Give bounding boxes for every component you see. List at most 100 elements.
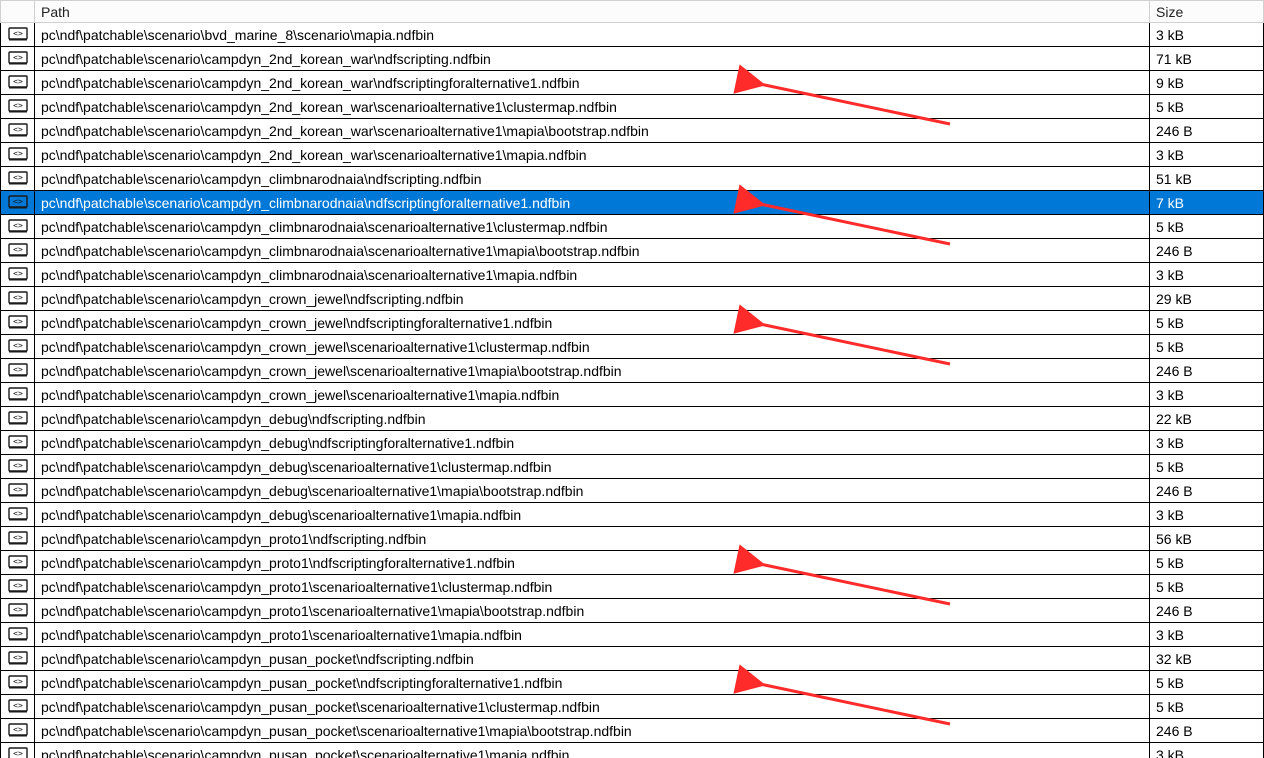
row-icon-cell: <> <box>1 431 35 455</box>
table-row[interactable]: <> pc\ndf\patchable\scenario\campdyn_deb… <box>1 407 1264 431</box>
table-row[interactable]: <> pc\ndf\patchable\scenario\campdyn_pus… <box>1 647 1264 671</box>
svg-text:<>: <> <box>13 173 23 182</box>
column-header-icon[interactable] <box>1 1 35 23</box>
row-size: 71 kB <box>1150 47 1264 71</box>
binary-file-icon: <> <box>8 625 28 641</box>
row-size: 3 kB <box>1150 383 1264 407</box>
row-icon-cell: <> <box>1 359 35 383</box>
table-row[interactable]: <> pc\ndf\patchable\scenario\campdyn_cli… <box>1 191 1264 215</box>
row-size: 5 kB <box>1150 335 1264 359</box>
row-icon-cell: <> <box>1 527 35 551</box>
table-row[interactable]: <> pc\ndf\patchable\scenario\campdyn_cro… <box>1 383 1264 407</box>
table-row[interactable]: <> pc\ndf\patchable\scenario\campdyn_deb… <box>1 455 1264 479</box>
binary-file-icon: <> <box>8 193 28 209</box>
binary-file-icon: <> <box>8 457 28 473</box>
table-row[interactable]: <> pc\ndf\patchable\scenario\campdyn_cro… <box>1 287 1264 311</box>
binary-file-icon: <> <box>8 577 28 593</box>
row-path: pc\ndf\patchable\scenario\campdyn_crown_… <box>35 287 1150 311</box>
row-size: 3 kB <box>1150 431 1264 455</box>
table-row[interactable]: <> pc\ndf\patchable\scenario\campdyn_2nd… <box>1 71 1264 95</box>
row-path: pc\ndf\patchable\scenario\campdyn_debug\… <box>35 503 1150 527</box>
table-row[interactable]: <> pc\ndf\patchable\scenario\campdyn_2nd… <box>1 119 1264 143</box>
row-size: 9 kB <box>1150 71 1264 95</box>
file-table[interactable]: Path Size <> pc\ndf\patchable\scenario\b… <box>0 0 1264 758</box>
table-row[interactable]: <> pc\ndf\patchable\scenario\campdyn_cli… <box>1 263 1264 287</box>
svg-text:<>: <> <box>13 245 23 254</box>
row-size: 3 kB <box>1150 143 1264 167</box>
table-row[interactable]: <> pc\ndf\patchable\scenario\campdyn_pro… <box>1 551 1264 575</box>
row-path: pc\ndf\patchable\scenario\campdyn_debug\… <box>35 479 1150 503</box>
svg-text:<>: <> <box>13 221 23 230</box>
row-size: 5 kB <box>1150 311 1264 335</box>
binary-file-icon: <> <box>8 601 28 617</box>
table-row[interactable]: <> pc\ndf\patchable\scenario\campdyn_pus… <box>1 719 1264 743</box>
table-row[interactable]: <> pc\ndf\patchable\scenario\campdyn_cro… <box>1 311 1264 335</box>
row-size: 246 B <box>1150 119 1264 143</box>
binary-file-icon: <> <box>8 409 28 425</box>
row-icon-cell: <> <box>1 215 35 239</box>
row-icon-cell: <> <box>1 551 35 575</box>
table-row[interactable]: <> pc\ndf\patchable\scenario\bvd_marine_… <box>1 23 1264 47</box>
row-icon-cell: <> <box>1 311 35 335</box>
row-icon-cell: <> <box>1 71 35 95</box>
table-row[interactable]: <> pc\ndf\patchable\scenario\campdyn_pro… <box>1 623 1264 647</box>
table-row[interactable]: <> pc\ndf\patchable\scenario\campdyn_2nd… <box>1 95 1264 119</box>
row-icon-cell: <> <box>1 383 35 407</box>
binary-file-icon: <> <box>8 649 28 665</box>
row-size: 5 kB <box>1150 671 1264 695</box>
column-header-size[interactable]: Size <box>1150 1 1264 23</box>
table-row[interactable]: <> pc\ndf\patchable\scenario\campdyn_pro… <box>1 599 1264 623</box>
row-size: 5 kB <box>1150 551 1264 575</box>
table-header-row: Path Size <box>1 1 1264 23</box>
svg-text:<>: <> <box>13 293 23 302</box>
row-path: pc\ndf\patchable\scenario\campdyn_proto1… <box>35 527 1150 551</box>
binary-file-icon: <> <box>8 73 28 89</box>
svg-text:<>: <> <box>13 365 23 374</box>
row-icon-cell: <> <box>1 191 35 215</box>
column-header-path[interactable]: Path <box>35 1 1150 23</box>
table-row[interactable]: <> pc\ndf\patchable\scenario\campdyn_pus… <box>1 743 1264 758</box>
svg-text:<>: <> <box>13 413 23 422</box>
row-path: pc\ndf\patchable\scenario\campdyn_2nd_ko… <box>35 95 1150 119</box>
table-row[interactable]: <> pc\ndf\patchable\scenario\campdyn_2nd… <box>1 143 1264 167</box>
row-size: 3 kB <box>1150 743 1264 758</box>
row-path: pc\ndf\patchable\scenario\campdyn_pusan_… <box>35 647 1150 671</box>
row-icon-cell: <> <box>1 575 35 599</box>
svg-text:<>: <> <box>13 197 23 206</box>
svg-text:<>: <> <box>13 461 23 470</box>
row-path: pc\ndf\patchable\scenario\campdyn_proto1… <box>35 623 1150 647</box>
row-path: pc\ndf\patchable\scenario\campdyn_pusan_… <box>35 695 1150 719</box>
row-icon-cell: <> <box>1 95 35 119</box>
row-path: pc\ndf\patchable\scenario\campdyn_climbn… <box>35 263 1150 287</box>
row-path: pc\ndf\patchable\scenario\campdyn_climbn… <box>35 215 1150 239</box>
table-row[interactable]: <> pc\ndf\patchable\scenario\campdyn_pro… <box>1 527 1264 551</box>
table-row[interactable]: <> pc\ndf\patchable\scenario\campdyn_deb… <box>1 503 1264 527</box>
binary-file-icon: <> <box>8 361 28 377</box>
table-row[interactable]: <> pc\ndf\patchable\scenario\campdyn_cli… <box>1 239 1264 263</box>
file-list-panel: Path Size <> pc\ndf\patchable\scenario\b… <box>0 0 1264 758</box>
table-row[interactable]: <> pc\ndf\patchable\scenario\campdyn_pus… <box>1 695 1264 719</box>
table-row[interactable]: <> pc\ndf\patchable\scenario\campdyn_pus… <box>1 671 1264 695</box>
row-size: 246 B <box>1150 239 1264 263</box>
row-size: 3 kB <box>1150 23 1264 47</box>
binary-file-icon: <> <box>8 553 28 569</box>
row-icon-cell: <> <box>1 119 35 143</box>
row-size: 3 kB <box>1150 503 1264 527</box>
table-row[interactable]: <> pc\ndf\patchable\scenario\campdyn_pro… <box>1 575 1264 599</box>
row-icon-cell: <> <box>1 743 35 758</box>
table-row[interactable]: <> pc\ndf\patchable\scenario\campdyn_cro… <box>1 359 1264 383</box>
svg-text:<>: <> <box>13 581 23 590</box>
table-row[interactable]: <> pc\ndf\patchable\scenario\campdyn_deb… <box>1 479 1264 503</box>
table-row[interactable]: <> pc\ndf\patchable\scenario\campdyn_cli… <box>1 167 1264 191</box>
table-row[interactable]: <> pc\ndf\patchable\scenario\campdyn_cro… <box>1 335 1264 359</box>
row-icon-cell: <> <box>1 671 35 695</box>
binary-file-icon: <> <box>8 721 28 737</box>
row-icon-cell: <> <box>1 23 35 47</box>
row-path: pc\ndf\patchable\scenario\campdyn_climbn… <box>35 191 1150 215</box>
table-row[interactable]: <> pc\ndf\patchable\scenario\campdyn_deb… <box>1 431 1264 455</box>
table-row[interactable]: <> pc\ndf\patchable\scenario\campdyn_2nd… <box>1 47 1264 71</box>
binary-file-icon: <> <box>8 121 28 137</box>
table-row[interactable]: <> pc\ndf\patchable\scenario\campdyn_cli… <box>1 215 1264 239</box>
svg-text:<>: <> <box>13 485 23 494</box>
row-size: 5 kB <box>1150 575 1264 599</box>
